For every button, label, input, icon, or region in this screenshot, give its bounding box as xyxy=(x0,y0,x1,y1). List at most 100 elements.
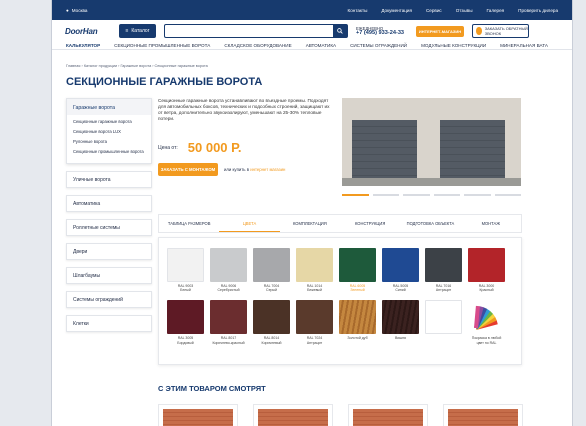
color-swatch[interactable] xyxy=(382,248,419,282)
color-swatch[interactable] xyxy=(425,300,462,335)
tab-equipment[interactable]: КОМПЛЕКТАЦИЯ xyxy=(280,215,340,232)
search-icon xyxy=(337,28,343,34)
color-swatch[interactable] xyxy=(167,300,204,335)
color-caption: RAL 8014 Коричневый xyxy=(253,336,290,344)
color-swatch-item[interactable]: RAL 3005 Бордовый xyxy=(167,300,204,345)
nav-automation[interactable]: АВТОМАТИКА xyxy=(306,43,336,48)
color-caption: Вишня xyxy=(382,336,419,340)
sidebar-sub-item[interactable]: Секционные промышленные ворота xyxy=(73,149,145,154)
color-swatch[interactable] xyxy=(253,248,290,282)
color-swatch[interactable] xyxy=(167,248,204,282)
order-install-button[interactable]: ЗАКАЗАТЬ С МОНТАЖОМ xyxy=(158,163,218,176)
color-swatch[interactable] xyxy=(382,300,419,335)
color-swatch[interactable] xyxy=(468,300,505,335)
color-swatch-item[interactable]: RAL 1014 Бежевый xyxy=(296,248,333,292)
product-description: Секционные гаражные ворота устанавливают… xyxy=(158,98,330,121)
sidebar-item[interactable]: Уличные ворота xyxy=(66,171,152,188)
color-swatch[interactable] xyxy=(339,248,376,282)
swatch-grid: RAL 9003 Белый RAL 9006 Серебристый RAL 7004… xyxy=(167,248,513,345)
color-swatch-item[interactable]: RAL 9006 Серебристый xyxy=(210,248,247,292)
color-swatch[interactable] xyxy=(425,248,462,282)
color-caption: RAL 5005 Синий xyxy=(382,284,419,292)
color-swatch-item[interactable]: RAL 7016 Антрацит xyxy=(425,248,462,292)
top-link-docs[interactable]: Документация xyxy=(381,8,412,13)
color-swatch-item[interactable]: RAL 3000 Красный xyxy=(468,248,505,292)
color-swatch-item[interactable]: RAL 8017 Коричнево-красный xyxy=(210,300,247,345)
sidebar-sub-item[interactable]: Секционные гаражные ворота xyxy=(73,119,145,124)
slider-dot[interactable] xyxy=(342,194,369,196)
price-label: Цена от: xyxy=(158,144,178,151)
color-swatch-item[interactable]: RAL 6005 Зеленый xyxy=(339,248,376,292)
sidebar-item[interactable]: Двери xyxy=(66,243,152,260)
city-selector[interactable]: ● Москва xyxy=(66,8,87,13)
color-name: Бордовый xyxy=(177,340,194,345)
related-card[interactable] xyxy=(253,404,333,426)
breadcrumb[interactable]: Главная › Каталог продукции › Гаражные в… xyxy=(52,64,572,68)
color-name: Красный xyxy=(479,288,494,293)
color-name: Антрацит xyxy=(435,288,452,293)
top-link-service[interactable]: Сервис xyxy=(426,8,442,13)
color-name: Покраска в любой цвет по RAL xyxy=(471,336,502,345)
color-swatch-item[interactable]: RAL 5005 Синий xyxy=(382,248,419,292)
slider-dot[interactable] xyxy=(464,194,491,196)
logo[interactable]: DoorHan xyxy=(65,27,111,36)
sidebar-item[interactable]: Роллетные системы xyxy=(66,219,152,236)
sidebar-sub-item[interactable]: Рулонные ворота xyxy=(73,139,145,144)
color-swatch[interactable] xyxy=(210,300,247,335)
callback-button[interactable]: ЗАКАЗАТЬ ОБРАТНЫЙ ЗВОНОК xyxy=(472,24,529,38)
tab-installation[interactable]: МОНТАЖ xyxy=(461,215,521,232)
color-swatch-item[interactable]: RAL 7024 Антрацит xyxy=(296,300,333,345)
sidebar-item[interactable]: Системы ограждений xyxy=(66,291,152,308)
color-swatch-item[interactable]: RAL 8014 Коричневый xyxy=(253,300,290,345)
tab-construction[interactable]: КОНСТРУКЦИЯ xyxy=(340,215,400,232)
color-swatch[interactable] xyxy=(253,300,290,335)
color-swatch-item[interactable]: RAL 9003 Белый xyxy=(167,248,204,292)
color-swatch-item[interactable]: RAL 7004 Серый xyxy=(253,248,290,292)
nav-modular[interactable]: МОДУЛЬНЫЕ КОНСТРУКЦИИ xyxy=(421,43,486,48)
search-button[interactable] xyxy=(333,25,347,37)
slider-dot[interactable] xyxy=(433,194,460,196)
color-swatch[interactable] xyxy=(468,248,505,282)
nav-warehouse[interactable]: СКЛАДСКОЕ ОБОРУДОВАНИЕ xyxy=(224,43,291,48)
tab-sizes[interactable]: ТАБЛИЦА РАЗМЕРОВ xyxy=(159,215,219,232)
color-swatch[interactable] xyxy=(296,300,333,335)
top-link-reviews[interactable]: Отзывы xyxy=(456,8,473,13)
slider-dot[interactable] xyxy=(403,194,430,196)
nav-calculator[interactable]: КАЛЬКУЛЯТОР xyxy=(66,43,100,48)
color-swatch-item[interactable]: Вишня xyxy=(382,300,419,344)
top-link-dealer[interactable]: Проверить дилера xyxy=(518,8,558,13)
search-input[interactable] xyxy=(164,24,348,38)
sidebar-sub-item[interactable]: Секционные ворота LUX xyxy=(73,129,145,134)
nav-industrial-gates[interactable]: СЕКЦИОННЫЕ ПРОМЫШЛЕННЫЕ ВОРОТА xyxy=(114,43,210,48)
tab-preparation[interactable]: ПОДГОТОВКА ОБЪЕКТА xyxy=(400,215,460,232)
sidebar-item[interactable]: Клетки xyxy=(66,315,152,332)
sidebar-item[interactable]: Автоматика xyxy=(66,195,152,212)
related-card[interactable] xyxy=(348,404,428,426)
color-swatch-item[interactable]: Покраска в любой цвет по RAL xyxy=(468,300,505,345)
color-swatch[interactable] xyxy=(339,300,376,335)
top-link-contacts[interactable]: Контакты xyxy=(348,8,368,13)
slider-dot[interactable] xyxy=(494,194,521,196)
phone-block: ЕЖЕДНЕВНО +7 (495) 933-24-33 xyxy=(356,26,408,36)
nav-fences[interactable]: СИСТЕМЫ ОГРАЖДЕНИЙ xyxy=(350,43,407,48)
color-swatch[interactable] xyxy=(210,248,247,282)
color-swatch[interactable] xyxy=(296,248,333,282)
nav-mineral-wool[interactable]: МИНЕРАЛЬНАЯ ВАТА xyxy=(500,43,548,48)
top-link-gallery[interactable]: Галерея xyxy=(487,8,505,13)
phone-number[interactable]: +7 (495) 933-24-33 xyxy=(356,30,408,36)
photo-slider-dots xyxy=(342,194,521,196)
buy-alt-prefix: или купить в xyxy=(224,167,249,172)
catalog-button[interactable]: ≡ Каталог xyxy=(119,24,156,38)
slider-dot[interactable] xyxy=(372,194,399,196)
sidebar-item[interactable]: Шлагбаумы xyxy=(66,267,152,284)
online-shop-link[interactable]: интернет магазин xyxy=(250,167,285,172)
color-swatch-item[interactable]: Золотой дуб xyxy=(339,300,376,344)
color-caption: RAL 7016 Антрацит xyxy=(425,284,462,292)
related-card[interactable] xyxy=(443,404,523,426)
related-card[interactable] xyxy=(158,404,238,426)
photo-gate-right xyxy=(440,120,505,180)
sidebar-item-garage-gates[interactable]: Гаражные ворота xyxy=(67,99,151,115)
online-shop-button[interactable]: ИНТЕРНЕТ-МАГАЗИН xyxy=(416,25,464,37)
color-swatch-item[interactable] xyxy=(425,300,462,344)
tab-colors[interactable]: ЦВЕТА xyxy=(219,215,280,232)
